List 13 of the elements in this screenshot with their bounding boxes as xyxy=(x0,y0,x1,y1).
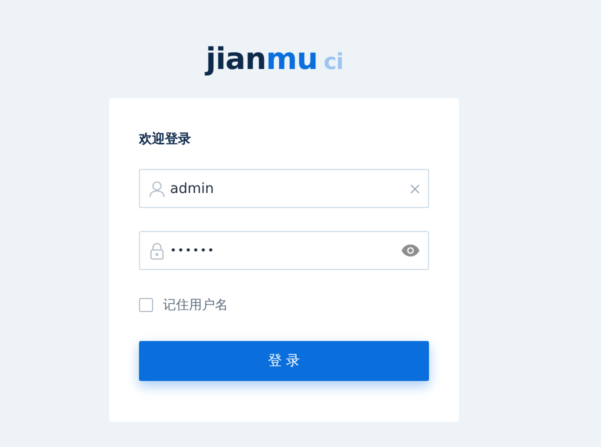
clear-icon[interactable] xyxy=(410,184,420,194)
eye-icon[interactable] xyxy=(401,244,420,257)
remember-label: 记住用户名 xyxy=(163,297,228,314)
lock-icon xyxy=(148,242,166,260)
remember-checkbox[interactable] xyxy=(139,298,153,312)
username-value: admin xyxy=(170,180,215,196)
username-field[interactable]: admin xyxy=(139,169,429,208)
password-value: •••••• xyxy=(170,244,216,257)
user-icon xyxy=(148,180,166,198)
form-title: 欢迎登录 xyxy=(139,130,192,148)
logo: jianmu ci xyxy=(206,41,344,79)
login-button[interactable]: 登 录 xyxy=(139,341,429,381)
password-field[interactable]: •••••• xyxy=(139,231,429,270)
